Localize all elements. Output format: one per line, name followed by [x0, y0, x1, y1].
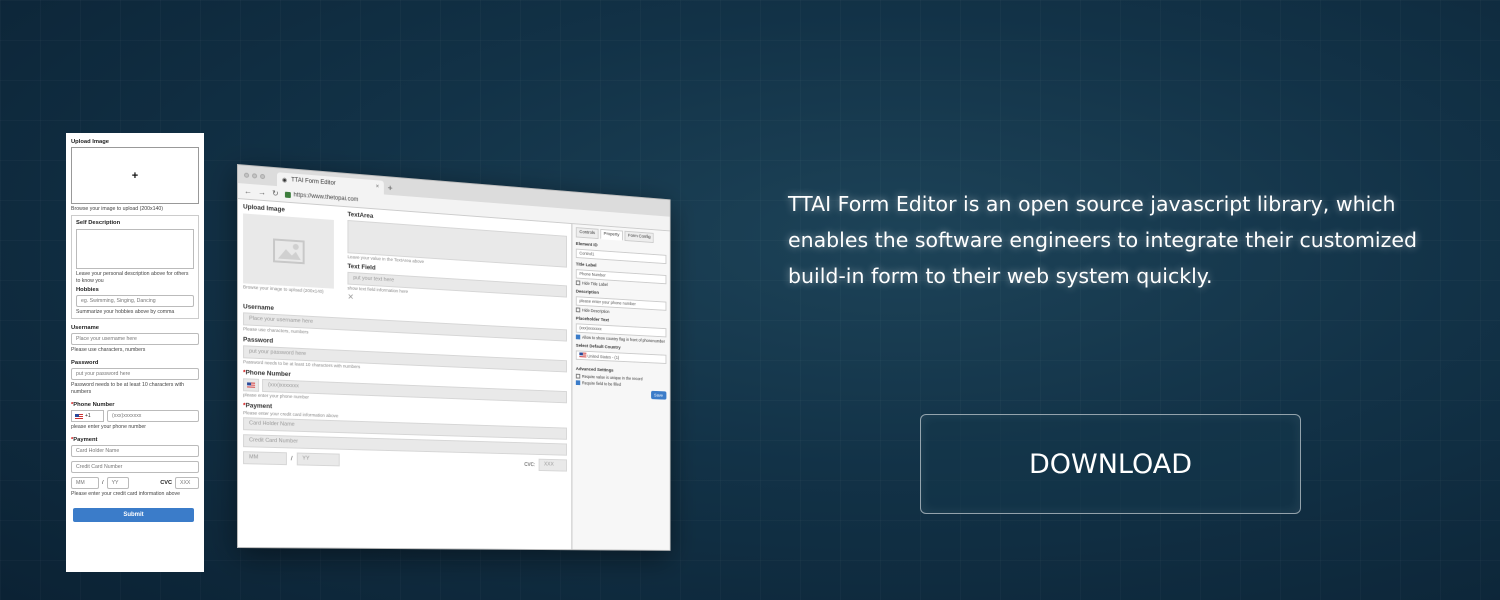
password-input[interactable]: put your password here: [71, 368, 199, 380]
save-button[interactable]: Save: [650, 390, 667, 400]
phone-row: +1 (xxx)xxxxxxx: [71, 410, 199, 422]
back-icon[interactable]: ←: [244, 187, 252, 197]
new-tab-button[interactable]: +: [388, 181, 393, 195]
submit-button[interactable]: Submit: [73, 508, 194, 522]
slash-separator: /: [102, 480, 104, 486]
us-flag-icon: [75, 413, 83, 419]
window-minimize-dot[interactable]: [252, 172, 258, 179]
default-country-select[interactable]: United States - (1): [575, 350, 667, 364]
url-field[interactable]: https://www.thetopai.com: [284, 191, 358, 203]
payment-label: *Payment: [71, 437, 98, 443]
window-close-dot[interactable]: [244, 172, 250, 178]
self-description-textarea[interactable]: [76, 229, 194, 269]
cvc-label: CVC: [160, 480, 172, 486]
yy-input[interactable]: YY: [106, 477, 129, 489]
username-label: Username: [71, 325, 100, 331]
username-help: Please use characters, numbers: [71, 347, 146, 353]
globe-icon: ◉: [281, 177, 288, 184]
phone-help: please enter your phone number: [71, 424, 146, 430]
lock-icon: [284, 191, 291, 198]
canvas-slash: /: [290, 455, 293, 462]
hobbies-label: Hobbies: [76, 287, 99, 293]
canvas-yy-input[interactable]: YY: [296, 452, 340, 467]
editor-content: Upload Image Browse your image to upload…: [238, 199, 670, 551]
card-holder-input[interactable]: Card Holder Name: [71, 445, 199, 457]
expiry-row: MM / YY CVC XXX: [71, 477, 199, 489]
tab-property[interactable]: Property: [600, 228, 623, 241]
self-description-help: Leave your personal description above fo…: [76, 271, 189, 284]
download-button[interactable]: DOWNLOAD: [920, 414, 1301, 514]
tab-title: TTAI Form Editor: [291, 177, 336, 187]
browser-window: ◉ TTAI Form Editor × + ← → ↻ https://www…: [237, 164, 671, 551]
hobbies-input[interactable]: eg. Swimming, Singing, Dancing: [76, 295, 194, 307]
upload-image-dropzone[interactable]: +: [71, 147, 199, 204]
mm-input[interactable]: MM: [71, 477, 99, 489]
self-description-group: Self Description Leave your personal des…: [71, 215, 199, 319]
property-panel: Controls Property Form Config Element ID…: [571, 224, 670, 551]
payment-help: Please enter your credit card informatio…: [71, 491, 180, 497]
upload-image-help: Browse your image to upload (200x140): [71, 206, 163, 212]
form-canvas: Upload Image Browse your image to upload…: [238, 199, 571, 551]
canvas-mm-input[interactable]: MM: [243, 451, 287, 466]
window-maximize-dot[interactable]: [260, 173, 266, 179]
reload-icon[interactable]: ↻: [272, 189, 279, 198]
username-input[interactable]: Place your username here: [71, 333, 199, 345]
tab-form-config[interactable]: Form Config: [624, 230, 654, 244]
phone-input[interactable]: (xxx)xxxxxxx: [107, 410, 199, 422]
us-flag-icon: [247, 382, 256, 388]
image-placeholder-icon[interactable]: [243, 213, 334, 289]
card-number-input[interactable]: Credit Card Number: [71, 461, 199, 473]
tab-close-icon[interactable]: ×: [376, 184, 379, 190]
password-label: Password: [71, 360, 99, 366]
self-description-label: Self Description: [76, 220, 121, 226]
us-flag-icon: [579, 352, 587, 358]
tagline-text: TTAI Form Editor is an open source javas…: [788, 192, 1418, 288]
panel-tabs: Controls Property Form Config: [575, 227, 667, 244]
canvas-cvc-label: CVC:: [524, 461, 536, 468]
country-code-select[interactable]: +1: [71, 410, 104, 422]
password-help: Password needs to be at least 10 charact…: [71, 382, 185, 395]
canvas-cvc-input[interactable]: XXX: [538, 458, 568, 472]
window-controls: [244, 166, 266, 186]
hobbies-help: Summarize your hobbies above by comma: [76, 309, 175, 315]
tab-controls[interactable]: Controls: [575, 227, 599, 240]
browser-preview-stage: ◉ TTAI Form Editor × + ← → ↻ https://www…: [229, 150, 719, 570]
forward-icon[interactable]: →: [258, 188, 266, 198]
phone-number-label: *Phone Number: [71, 402, 115, 408]
plus-icon: +: [131, 169, 139, 182]
mobile-form-preview: Upload Image + Browse your image to uplo…: [66, 133, 204, 572]
canvas-flag-select[interactable]: [243, 378, 260, 392]
upload-image-label: Upload Image: [71, 139, 110, 145]
cvc-input[interactable]: XXX: [175, 477, 199, 489]
